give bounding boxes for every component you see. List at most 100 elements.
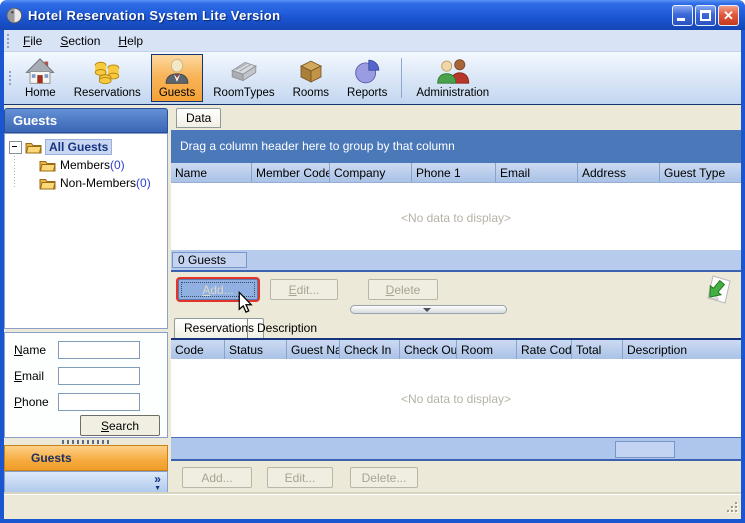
minimize-icon	[677, 18, 685, 21]
member-count: (0)	[110, 158, 125, 172]
people-icon	[435, 57, 471, 86]
chevron-down-icon: ▼	[154, 485, 161, 493]
toolbar-grip-icon	[9, 71, 11, 85]
guest-search-panel: Name Email Phone Search	[4, 332, 168, 438]
column-header-check-out[interactable]: Check Out	[400, 340, 457, 359]
group-by-bar[interactable]: Drag a column header here to group by th…	[171, 130, 741, 163]
horizontal-splitter-handle[interactable]	[350, 305, 507, 314]
column-header-rate-code[interactable]: Rate Code	[517, 340, 572, 359]
guest-tree: All Guests Members(0) Non-Members(0)	[4, 133, 168, 329]
box-icon	[296, 57, 326, 86]
guest-grid-status-bar: 0 Guests	[171, 250, 741, 272]
sidebar-splitter-handle[interactable]	[62, 440, 112, 444]
chevron-right-icon: »	[154, 474, 161, 485]
column-header-email[interactable]: Email	[496, 163, 578, 182]
column-header-phone1[interactable]: Phone 1	[412, 163, 496, 182]
maximize-button[interactable]	[695, 5, 716, 26]
guest-actions-row: Add... Edit... Delete	[171, 272, 741, 318]
menu-bar: File Section Help	[4, 30, 741, 52]
folder-icon	[39, 159, 56, 172]
main-toolbar: Home Reservations Guests RoomTypes Rooms…	[4, 52, 741, 105]
status-panel-box	[615, 441, 675, 458]
tree-item-non-members[interactable]: Non-Members(0)	[5, 174, 167, 192]
toolbar-reservations-button[interactable]: Reservations	[66, 54, 149, 102]
reservation-actions-row: Add... Edit... Delete...	[171, 461, 741, 494]
name-field[interactable]	[58, 341, 140, 359]
green-arrow-document-icon[interactable]	[696, 272, 736, 312]
column-header-code[interactable]: Code	[171, 340, 225, 359]
guest-count-badge: 0 Guests	[172, 252, 247, 268]
toolbar-roomtypes-button[interactable]: RoomTypes	[205, 54, 282, 102]
edit-reservation-button[interactable]: Edit...	[267, 467, 333, 488]
member-count: (0)	[136, 176, 151, 190]
coins-icon	[92, 57, 122, 86]
reservation-grid-body: <No data to display>	[171, 359, 741, 437]
app-icon	[6, 7, 23, 24]
tree-item-label: All Guests	[45, 139, 112, 155]
delete-guest-button[interactable]: Delete	[368, 279, 438, 300]
sidebar-header: Guests	[4, 108, 168, 133]
phone-field[interactable]	[58, 393, 140, 411]
navbar-group-guests[interactable]: Guests	[4, 445, 168, 471]
column-header-name[interactable]: Name	[171, 163, 252, 182]
column-header-check-in[interactable]: Check In	[340, 340, 400, 359]
guest-grid-header: Name Member Code Company Phone 1 Email A…	[171, 163, 741, 183]
sidebar: Guests All Guests Members(0) Non-Members…	[4, 105, 168, 494]
reservation-grid-header: Code Status Guest Name Check In Check Ou…	[171, 338, 741, 359]
column-header-description[interactable]: Description	[623, 340, 741, 359]
column-header-company[interactable]: Company	[330, 163, 412, 182]
search-button[interactable]: Search	[80, 415, 160, 436]
window-title: Hotel Reservation System Lite Version	[28, 8, 670, 23]
tree-item-all-guests[interactable]: All Guests	[5, 138, 167, 156]
menu-file[interactable]: File	[14, 31, 51, 51]
toolbar-guests-button[interactable]: Guests	[151, 54, 203, 102]
column-header-status[interactable]: Status	[225, 340, 287, 359]
name-label: Name	[14, 343, 58, 357]
folder-icon	[39, 177, 56, 190]
guest-grid-body: <No data to display>	[171, 183, 741, 250]
title-bar: Hotel Reservation System Lite Version	[0, 0, 745, 30]
column-header-member-code[interactable]: Member Code	[252, 163, 330, 182]
home-icon	[25, 57, 55, 86]
toolbar-rooms-button[interactable]: Rooms	[285, 54, 337, 102]
menu-help[interactable]: Help	[109, 31, 152, 51]
tab-data[interactable]: Data	[176, 108, 221, 128]
column-header-guest-type[interactable]: Guest Type	[660, 163, 741, 182]
room-types-icon	[229, 57, 259, 86]
toolbar-administration-button[interactable]: Administration	[408, 54, 497, 102]
tree-item-label: Non-Members(0)	[60, 176, 151, 190]
toolbar-reports-button[interactable]: Reports	[339, 54, 395, 102]
empty-data-message: <No data to display>	[171, 359, 741, 406]
resize-grip-icon[interactable]	[726, 501, 739, 517]
toolbar-separator	[401, 58, 402, 98]
email-field[interactable]	[58, 367, 140, 385]
toolbar-home-button[interactable]: Home	[17, 54, 64, 102]
folder-icon	[25, 141, 42, 154]
column-header-room[interactable]: Room	[457, 340, 517, 359]
collapse-icon[interactable]	[9, 141, 22, 154]
guest-person-icon	[162, 57, 192, 86]
reservation-grid-status-bar	[171, 437, 741, 461]
menu-section[interactable]: Section	[51, 31, 109, 51]
status-bar	[4, 494, 741, 519]
menu-grip-icon	[7, 34, 9, 48]
navbar-overflow-button[interactable]: » ▼	[154, 474, 161, 493]
close-button[interactable]	[718, 5, 739, 26]
column-header-address[interactable]: Address	[578, 163, 660, 182]
minimize-button[interactable]	[672, 5, 693, 26]
edit-guest-button[interactable]: Edit...	[270, 279, 338, 300]
phone-label: Phone	[14, 395, 58, 409]
email-label: Email	[14, 369, 58, 383]
delete-reservation-button[interactable]: Delete...	[350, 467, 418, 488]
tree-item-label: Members(0)	[60, 158, 125, 172]
tree-item-members[interactable]: Members(0)	[5, 156, 167, 174]
column-header-total[interactable]: Total	[572, 340, 623, 359]
tab-description[interactable]: Description	[247, 319, 326, 338]
pie-chart-icon	[352, 57, 382, 86]
main-area: Data Drag a column header here to group …	[171, 105, 741, 494]
mouse-cursor	[238, 291, 253, 318]
column-header-guest-name[interactable]: Guest Name	[287, 340, 340, 359]
add-reservation-button[interactable]: Add...	[182, 467, 252, 488]
empty-data-message: <No data to display>	[171, 183, 741, 225]
application-window: Hotel Reservation System Lite Version Fi…	[0, 0, 745, 523]
